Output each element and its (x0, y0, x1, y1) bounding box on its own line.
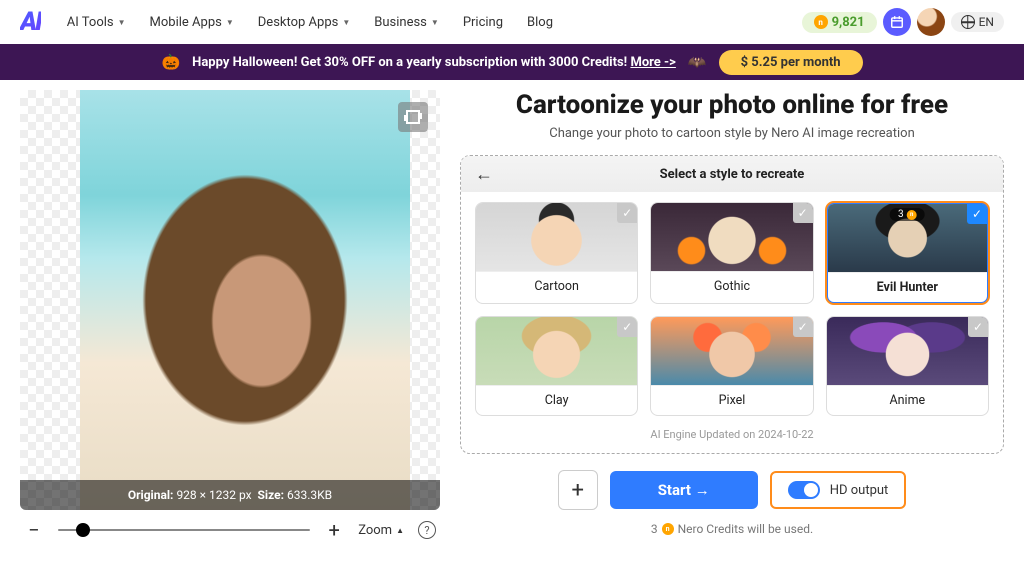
credits-pill[interactable]: n 9,821 (802, 12, 877, 33)
cost-badge: 3n (890, 208, 925, 221)
header: AI AI Tools▼ Mobile Apps▼ Desktop Apps▼ … (0, 0, 1024, 44)
style-card-evil-hunter[interactable]: 3n ✓ Evil Hunter (826, 202, 989, 304)
main-content: Original: 928 × 1232 px Size: 633.3KB − … (0, 80, 1024, 550)
coin-icon: n (907, 210, 917, 220)
zoom-slider-thumb[interactable] (76, 523, 90, 537)
banner-link[interactable]: More -> (630, 55, 675, 70)
user-avatar[interactable] (917, 8, 945, 36)
zoom-controls: − + Zoom ▲ ? (20, 510, 440, 550)
check-icon: ✓ (793, 317, 813, 337)
page-subtitle: Change your photo to cartoon style by Ne… (460, 126, 1004, 141)
promo-banner: 🎃 Happy Halloween! Get 30% OFF on a year… (0, 44, 1024, 80)
style-card-anime[interactable]: ✓ Anime (826, 316, 989, 416)
bat-icon: 🦇 (688, 53, 707, 71)
coin-icon: n (662, 523, 674, 535)
style-card-clay[interactable]: ✓ Clay (475, 316, 638, 416)
main-nav: AI Tools▼ Mobile Apps▼ Desktop Apps▼ Bus… (67, 15, 796, 30)
crop-button[interactable] (398, 102, 428, 132)
crop-icon (406, 110, 420, 124)
style-thumb: ✓ (827, 317, 988, 385)
options-panel: Cartoonize your photo online for free Ch… (460, 90, 1004, 550)
page-title: Cartoonize your photo online for free (460, 90, 1004, 120)
calendar-button[interactable] (883, 8, 911, 36)
style-thumb: 3n ✓ (828, 204, 987, 272)
coin-icon: n (814, 15, 828, 29)
style-name: Clay (476, 385, 637, 415)
caret-down-icon: ▼ (431, 18, 439, 27)
action-row: + Start → HD output (460, 470, 1004, 510)
style-name: Cartoon (476, 271, 637, 301)
nav-desktop-apps[interactable]: Desktop Apps▼ (258, 15, 351, 30)
nav-business[interactable]: Business▼ (374, 15, 439, 30)
style-name: Pixel (651, 385, 812, 415)
nav-ai-tools[interactable]: AI Tools▼ (67, 15, 126, 30)
logo[interactable]: AI (20, 7, 41, 37)
nav-blog[interactable]: Blog (527, 15, 553, 30)
caret-down-icon: ▼ (118, 18, 126, 27)
language-selector[interactable]: EN (951, 12, 1004, 32)
nav-pricing[interactable]: Pricing (463, 15, 503, 30)
check-icon: ✓ (793, 203, 813, 223)
zoom-in-button[interactable]: + (324, 518, 344, 542)
style-card-cartoon[interactable]: ✓ Cartoon (475, 202, 638, 304)
style-name: Evil Hunter (828, 272, 987, 302)
pumpkin-icon: 🎃 (161, 53, 180, 71)
style-name: Gothic (651, 271, 812, 301)
style-thumb: ✓ (476, 203, 637, 271)
style-selector-header: ← Select a style to recreate (461, 156, 1003, 192)
banner-text: Happy Halloween! Get 30% OFF on a yearly… (192, 55, 676, 70)
uploaded-photo (80, 90, 410, 510)
hd-toggle[interactable] (788, 481, 820, 499)
credits-value: 9,821 (832, 15, 865, 30)
credit-cost-note: 3 n Nero Credits will be used. (460, 522, 1004, 536)
zoom-out-button[interactable]: − (24, 518, 44, 542)
style-card-gothic[interactable]: ✓ Gothic (650, 202, 813, 304)
style-thumb: ✓ (476, 317, 637, 385)
caret-down-icon: ▼ (226, 18, 234, 27)
image-panel: Original: 928 × 1232 px Size: 633.3KB − … (20, 90, 440, 550)
check-icon: ✓ (967, 204, 987, 224)
style-thumb: ✓ (651, 317, 812, 385)
check-icon: ✓ (968, 317, 988, 337)
calendar-icon (890, 15, 904, 29)
globe-icon (961, 15, 975, 29)
help-button[interactable]: ? (418, 521, 436, 539)
zoom-label[interactable]: Zoom ▲ (358, 523, 404, 538)
engine-update-note: AI Engine Updated on 2024-10-22 (475, 428, 989, 441)
style-card-pixel[interactable]: ✓ Pixel (650, 316, 813, 416)
caret-down-icon: ▼ (342, 18, 350, 27)
check-icon: ✓ (617, 203, 637, 223)
caret-up-icon: ▲ (396, 526, 404, 535)
back-button[interactable]: ← (475, 164, 493, 185)
add-image-button[interactable]: + (558, 470, 598, 510)
style-selector: ← Select a style to recreate ✓ Cartoon ✓… (460, 155, 1004, 454)
style-name: Anime (827, 385, 988, 415)
style-thumb: ✓ (651, 203, 812, 271)
banner-cta-button[interactable]: $ 5.25 per month (719, 50, 863, 75)
hd-output-option[interactable]: HD output (770, 471, 907, 509)
image-editor[interactable]: Original: 928 × 1232 px Size: 633.3KB (20, 90, 440, 510)
nav-mobile-apps[interactable]: Mobile Apps▼ (150, 15, 234, 30)
start-button[interactable]: Start → (610, 471, 758, 509)
style-grid: ✓ Cartoon ✓ Gothic 3n ✓ Evil Hunter ✓ Cl (475, 202, 989, 416)
check-icon: ✓ (617, 317, 637, 337)
image-info-bar: Original: 928 × 1232 px Size: 633.3KB (20, 480, 440, 510)
hd-label: HD output (830, 483, 889, 498)
zoom-slider[interactable] (58, 529, 310, 531)
